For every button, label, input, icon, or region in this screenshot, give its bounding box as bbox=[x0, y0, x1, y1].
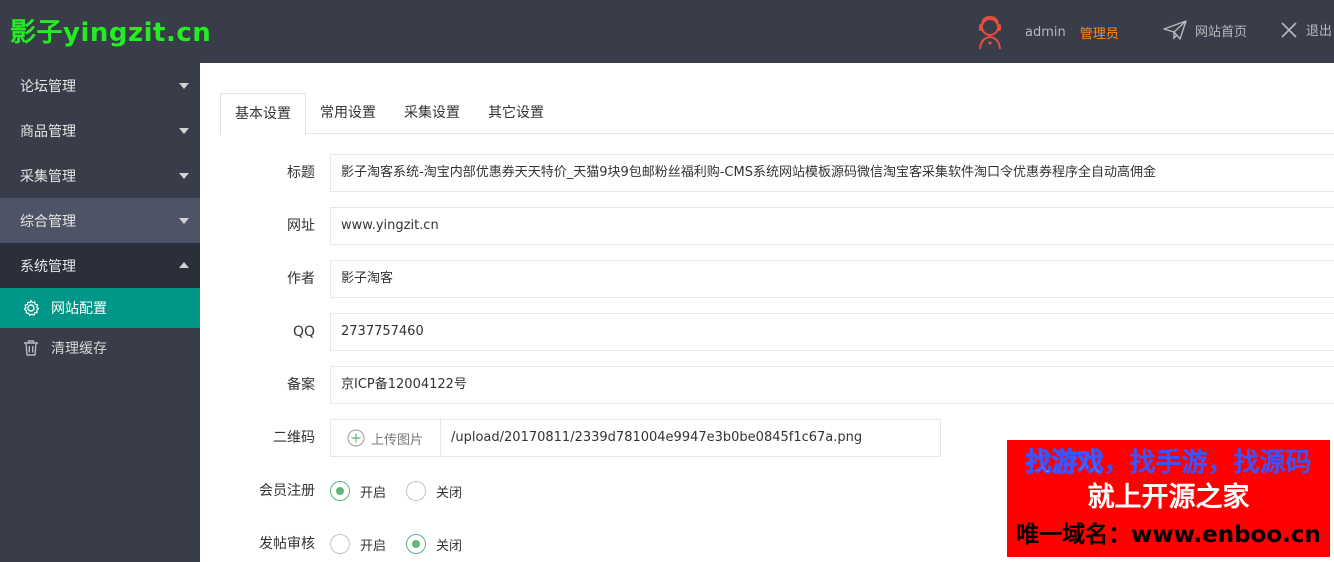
user-info[interactable]: admin 管理员 bbox=[975, 14, 1119, 50]
radio-checked-icon bbox=[406, 534, 427, 554]
sidebar-item-collect[interactable]: 采集管理 bbox=[0, 153, 200, 198]
ad-line-1a: 找游戏 bbox=[1025, 448, 1104, 479]
sidebar-item-label: 论坛管理 bbox=[20, 78, 76, 95]
title-label: 标题 bbox=[287, 165, 315, 181]
radio-unchecked-icon bbox=[330, 534, 350, 554]
site-logo[interactable]: 影子yingzit.cn bbox=[10, 12, 211, 49]
user-role: 管理员 bbox=[1079, 26, 1119, 42]
home-link[interactable]: 网站首页 bbox=[1163, 20, 1247, 40]
chevron-down-icon bbox=[179, 128, 189, 134]
top-header: 影子yingzit.cn admin 管理员 网站首页 退出 bbox=[0, 0, 1334, 63]
chevron-down-icon bbox=[179, 173, 189, 179]
register-label: 会员注册 bbox=[259, 483, 315, 499]
sidebar-item-system[interactable]: 系统管理 bbox=[0, 243, 200, 288]
radio-label: 开启 bbox=[360, 485, 387, 501]
qq-input[interactable]: 2737757460 bbox=[330, 313, 1334, 351]
sidebar: 论坛管理 商品管理 采集管理 综合管理 系统管理 网站配置 清理缓存 bbox=[0, 63, 200, 562]
radio-unchecked-icon bbox=[406, 481, 427, 501]
post-review-off-radio[interactable]: 关闭 bbox=[406, 534, 462, 554]
sidebar-item-products[interactable]: 商品管理 bbox=[0, 108, 200, 153]
close-icon bbox=[1281, 21, 1297, 38]
sidebar-item-general[interactable]: 综合管理 bbox=[0, 198, 200, 243]
sidebar-subitem-label: 清理缓存 bbox=[51, 341, 107, 357]
sidebar-subitem-site-config[interactable]: 网站配置 bbox=[0, 288, 200, 328]
tab-basic[interactable]: 基本设置 bbox=[220, 93, 306, 135]
register-on-radio[interactable]: 开启 bbox=[330, 481, 386, 501]
chevron-up-icon bbox=[179, 262, 189, 268]
logout-link-label: 退出 bbox=[1306, 24, 1333, 39]
ad-line-2: 就上开源之家 bbox=[1087, 482, 1250, 513]
register-radio-group: 开启 关闭 bbox=[330, 472, 482, 510]
form-row-qq: QQ 2737757460 bbox=[200, 313, 1334, 351]
ad-line-1: 找游戏，找手游，找源码 bbox=[1007, 446, 1330, 480]
sidebar-item-label: 采集管理 bbox=[20, 168, 76, 185]
home-link-label: 网站首页 bbox=[1195, 24, 1248, 40]
ad-line-3: 唯一域名：www.enboo.cn bbox=[1016, 522, 1321, 548]
url-label: 网址 bbox=[287, 218, 315, 234]
form-row-title: 标题 影子淘客系统-淘宝内部优惠券天天特价_天猫9块9包邮粉丝福利购-CMS系统… bbox=[200, 154, 1334, 192]
avatar-icon bbox=[979, 15, 1001, 50]
url-input[interactable]: www.yingzit.cn bbox=[330, 207, 1334, 245]
sidebar-item-label: 系统管理 bbox=[20, 258, 76, 275]
gear-icon bbox=[23, 299, 40, 316]
upload-image-label: 上传图片 bbox=[371, 432, 424, 448]
radio-label: 关闭 bbox=[436, 538, 463, 554]
form-row-icp: 备案 京ICP备12004122号 bbox=[200, 366, 1334, 404]
tab-collect[interactable]: 采集设置 bbox=[390, 93, 474, 134]
post-review-label: 发帖审核 bbox=[259, 536, 315, 552]
plus-circle-icon bbox=[347, 429, 365, 447]
form-row-url: 网址 www.yingzit.cn bbox=[200, 207, 1334, 245]
watermark-ad-banner[interactable]: 找游戏，找手游，找源码 就上开源之家 唯一域名：www.enboo.cn bbox=[1007, 440, 1330, 557]
icp-label: 备案 bbox=[287, 377, 315, 393]
tab-common[interactable]: 常用设置 bbox=[306, 93, 390, 134]
chevron-down-icon bbox=[179, 83, 189, 89]
radio-label: 开启 bbox=[360, 538, 387, 554]
sidebar-item-label: 商品管理 bbox=[20, 123, 76, 140]
qrcode-label: 二维码 bbox=[273, 430, 315, 446]
icp-input[interactable]: 京ICP备12004122号 bbox=[330, 366, 1334, 404]
logout-link[interactable]: 退出 bbox=[1280, 20, 1332, 39]
author-label: 作者 bbox=[287, 271, 315, 287]
title-input[interactable]: 影子淘客系统-淘宝内部优惠券天天特价_天猫9块9包邮粉丝福利购-CMS系统网站模… bbox=[330, 154, 1334, 192]
paper-plane-icon bbox=[1163, 20, 1187, 40]
radio-checked-icon bbox=[330, 481, 350, 501]
tab-other[interactable]: 其它设置 bbox=[474, 93, 558, 134]
radio-label: 关闭 bbox=[436, 485, 463, 501]
author-input[interactable]: 影子淘客 bbox=[330, 260, 1334, 298]
qq-label: QQ bbox=[292, 324, 315, 340]
register-off-radio[interactable]: 关闭 bbox=[406, 481, 462, 501]
qrcode-path-input[interactable]: /upload/20170811/2339d781004e9947e3b0be0… bbox=[441, 419, 941, 457]
sidebar-subitem-label: 网站配置 bbox=[51, 301, 107, 317]
settings-tabs: 基本设置 常用设置 采集设置 其它设置 bbox=[220, 93, 1334, 135]
post-review-on-radio[interactable]: 开启 bbox=[330, 534, 386, 554]
username[interactable]: admin bbox=[1025, 25, 1066, 40]
sidebar-item-forum[interactable]: 论坛管理 bbox=[0, 63, 200, 108]
ad-line-1b: ，找手游，找源码 bbox=[1103, 448, 1312, 478]
sidebar-subitem-clear-cache[interactable]: 清理缓存 bbox=[0, 328, 200, 368]
upload-image-button[interactable]: 上传图片 bbox=[330, 419, 441, 457]
trash-icon bbox=[24, 340, 38, 356]
post-review-radio-group: 开启 关闭 bbox=[330, 525, 482, 562]
form-row-author: 作者 影子淘客 bbox=[200, 260, 1334, 298]
chevron-down-icon bbox=[179, 218, 189, 224]
sidebar-item-label: 综合管理 bbox=[20, 213, 76, 230]
